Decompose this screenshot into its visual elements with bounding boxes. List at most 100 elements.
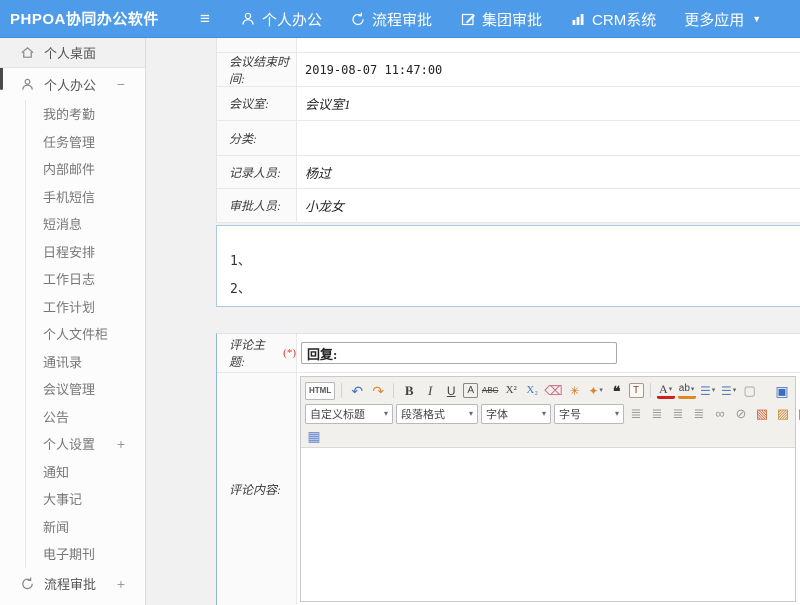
- comment-content-row: 评论内容: HTML ↶ ↷ B I U: [217, 373, 800, 605]
- comment-form-table: 评论主题: (*) 评论内容: HTML ↶: [216, 333, 800, 605]
- sidebar-item-meeting-management[interactable]: 会议管理: [26, 375, 145, 403]
- align-justify-icon[interactable]: ≣: [690, 405, 708, 423]
- align-center-icon[interactable]: ≣: [648, 405, 666, 423]
- sidebar-item-schedule[interactable]: 日程安排: [26, 238, 145, 266]
- collapse-icon[interactable]: −: [117, 76, 125, 92]
- remove-format-icon[interactable]: ✳: [566, 382, 584, 400]
- font-style-box-button[interactable]: A: [463, 383, 478, 398]
- top-nav: 个人办公 流程审批 集团审批 CRM系统 更多应用 ▼: [240, 0, 761, 38]
- unordered-list-button[interactable]: ☰▾: [720, 382, 738, 400]
- paragraph-format-select[interactable]: 段落格式▾: [396, 404, 478, 424]
- nav-crm-system[interactable]: CRM系统: [570, 9, 656, 30]
- undo-icon[interactable]: ↶: [348, 382, 366, 400]
- fullscreen-icon[interactable]: ▣: [773, 382, 791, 400]
- approver-value: 小龙女: [297, 189, 800, 222]
- sidebar-item-e-journal[interactable]: 电子期刊: [26, 540, 145, 568]
- history-icon: [20, 576, 35, 591]
- toolbar-separator: [341, 383, 342, 398]
- sidebar-item-personal-settings[interactable]: 个人设置+: [26, 430, 145, 458]
- italic-button[interactable]: I: [421, 382, 439, 400]
- sidebar-item-personal-desktop[interactable]: 个人桌面: [0, 38, 145, 68]
- blockquote-icon[interactable]: ❝: [608, 382, 626, 400]
- font-size-select[interactable]: 字号▾: [554, 404, 624, 424]
- subscript-button[interactable]: X₂: [523, 382, 541, 400]
- sidebar-item-label: 个人桌面: [44, 43, 96, 62]
- comment-subject-cell: [297, 334, 800, 372]
- sidebar-item-short-message[interactable]: 短消息: [26, 210, 145, 238]
- sidebar-item-work-plan[interactable]: 工作计划: [26, 293, 145, 321]
- comment-subject-input[interactable]: [301, 342, 617, 364]
- superscript-button[interactable]: X²: [502, 382, 520, 400]
- expand-icon[interactable]: +: [117, 576, 125, 592]
- new-page-icon[interactable]: ▢: [741, 382, 759, 400]
- rich-text-editor: HTML ↶ ↷ B I U A ABC X² X₂ ⌫: [300, 376, 796, 602]
- sidebar-item-notification[interactable]: 通知: [26, 458, 145, 486]
- select-label: 字体: [486, 406, 508, 422]
- table-row: [217, 38, 800, 53]
- sidebar-item-workflow-approval[interactable]: 流程审批 +: [0, 568, 145, 600]
- sidebar-item-label: 日程安排: [43, 242, 95, 261]
- sidebar-item-label: 工作计划: [43, 297, 95, 316]
- select-label: 自定义标题: [310, 406, 365, 422]
- paste-text-icon[interactable]: T: [629, 383, 644, 398]
- underline-button[interactable]: U: [442, 382, 460, 400]
- expand-icon[interactable]: +: [117, 436, 125, 452]
- table-row: 审批人员: 小龙女: [217, 189, 800, 223]
- font-family-select[interactable]: 字体▾: [481, 404, 551, 424]
- sidebar-item-news[interactable]: 新闻: [26, 513, 145, 541]
- sidebar-item-label: 通知: [43, 462, 69, 481]
- screenshot-icon[interactable]: ▨: [774, 405, 792, 423]
- sidebar-item-label: 电子期刊: [43, 544, 95, 563]
- sidebar-item-major-events[interactable]: 大事记: [26, 485, 145, 513]
- insert-table-icon[interactable]: ▦: [305, 427, 323, 445]
- insert-image-icon[interactable]: ▧: [753, 405, 771, 423]
- minutes-line: 1、: [230, 250, 800, 269]
- ordered-list-button[interactable]: ☰▾: [699, 382, 717, 400]
- icon-glyph: ab: [679, 384, 690, 394]
- icon-glyph: A: [659, 383, 668, 395]
- nav-personal-office[interactable]: 个人办公: [240, 9, 322, 30]
- select-label: 字号: [559, 406, 581, 422]
- menu-toggle-icon[interactable]: ≡: [200, 0, 210, 38]
- nav-workflow-approval[interactable]: 流程审批: [350, 9, 432, 30]
- highlight-color-button[interactable]: ab▾: [678, 383, 696, 399]
- sidebar-item-task-management[interactable]: 任务管理: [26, 128, 145, 156]
- custom-heading-select[interactable]: 自定义标题 ▾: [305, 404, 393, 424]
- strikethrough-button[interactable]: ABC: [481, 382, 499, 400]
- label-text: 评论主题:: [229, 336, 280, 370]
- sidebar-item-label: 个人文件柜: [43, 324, 108, 343]
- row-label: [217, 38, 297, 52]
- html-source-button[interactable]: HTML: [305, 382, 335, 400]
- bold-button[interactable]: B: [400, 382, 418, 400]
- unlink-icon[interactable]: ⊘: [732, 405, 750, 423]
- eraser-icon[interactable]: ⌫: [544, 382, 562, 400]
- sidebar-item-work-log[interactable]: 工作日志: [26, 265, 145, 293]
- link-icon[interactable]: ∞: [711, 405, 729, 423]
- nav-group-approval[interactable]: 集团审批: [460, 9, 542, 30]
- editor-content-area[interactable]: [301, 448, 795, 601]
- caret-down-icon: ▾: [733, 387, 737, 394]
- redo-icon[interactable]: ↷: [369, 382, 387, 400]
- format-painter-icon[interactable]: ✦▾: [587, 382, 605, 400]
- toolbar-row-2: 自定义标题▾ 段落格式▾ 字体▾ 字号▾ ≣ ≣ ≣ ≣ ∞ ⊘ ▧ ▨: [305, 402, 791, 425]
- align-left-icon[interactable]: ≣: [627, 405, 645, 423]
- font-color-button[interactable]: A▾: [657, 383, 675, 399]
- caret-down-icon: ▾: [469, 409, 473, 418]
- sidebar-item-mobile-sms[interactable]: 手机短信: [26, 183, 145, 211]
- columns-icon[interactable]: ▥: [795, 405, 800, 423]
- caret-down-icon: ▾: [712, 387, 716, 394]
- meeting-end-time-value: 2019-08-07 11:47:00: [297, 53, 800, 86]
- nav-more-apps[interactable]: 更多应用 ▼: [684, 9, 761, 30]
- caret-down-icon: ▾: [384, 409, 388, 418]
- sidebar-item-label: 流程审批: [44, 574, 96, 593]
- sidebar-item-label: 工作日志: [43, 269, 95, 288]
- sidebar-item-internal-mail[interactable]: 内部邮件: [26, 155, 145, 183]
- align-right-icon[interactable]: ≣: [669, 405, 687, 423]
- sidebar-item-personal-office[interactable]: 个人办公 −: [0, 68, 145, 100]
- person-icon: [240, 11, 256, 27]
- sidebar-item-personal-files[interactable]: 个人文件柜: [26, 320, 145, 348]
- bar-chart-icon: [570, 11, 586, 27]
- sidebar-item-contacts[interactable]: 通讯录: [26, 348, 145, 376]
- sidebar-item-announcement[interactable]: 公告: [26, 403, 145, 431]
- sidebar-item-my-attendance[interactable]: 我的考勤: [26, 100, 145, 128]
